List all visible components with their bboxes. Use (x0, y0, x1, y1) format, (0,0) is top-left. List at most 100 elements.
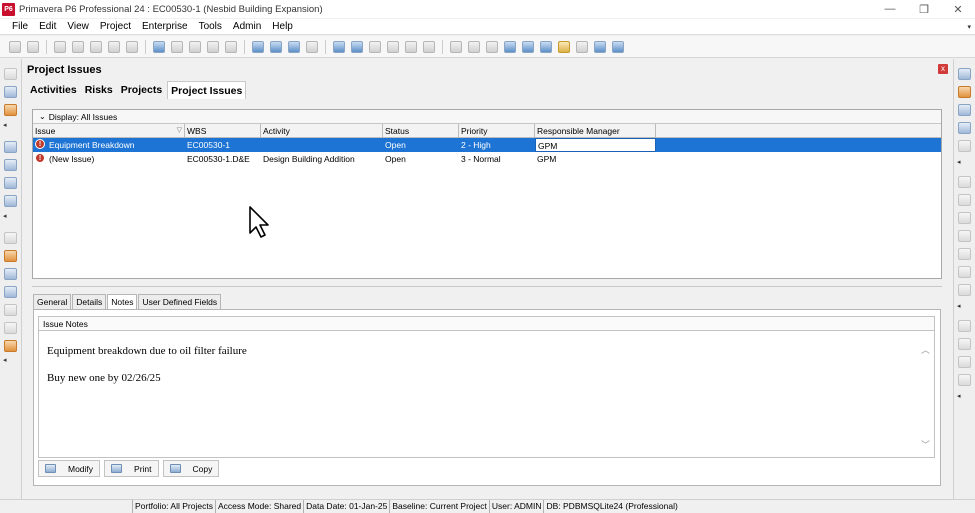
dock-more-icon[interactable]: ◂ (957, 302, 961, 310)
group-sort-icon[interactable] (288, 40, 300, 53)
cut-icon[interactable] (958, 104, 971, 116)
move-up-icon[interactable] (958, 320, 971, 332)
paste-icon[interactable] (90, 40, 102, 53)
move-left-icon[interactable] (958, 356, 971, 368)
bottom-layout-icon[interactable] (504, 40, 516, 53)
cell-activity[interactable] (261, 138, 383, 152)
summarize-icon[interactable] (423, 40, 435, 53)
indent-icon[interactable] (126, 40, 138, 53)
filter-icon[interactable]: ▽ (177, 126, 182, 134)
zoom-in-icon[interactable] (450, 40, 462, 53)
close-window-button[interactable]: ✕ (941, 0, 975, 18)
help-icon[interactable] (576, 40, 588, 53)
spreadsheet-icon[interactable] (333, 40, 345, 53)
details-icon[interactable] (522, 40, 534, 53)
assign-document-icon[interactable] (958, 284, 971, 296)
menu-overflow-icon[interactable]: ▾ (967, 23, 971, 31)
delete-icon[interactable] (958, 86, 971, 98)
filter-icon[interactable] (270, 40, 282, 53)
assign-code-icon[interactable] (958, 212, 971, 224)
split-icon[interactable] (540, 40, 552, 53)
pane-splitter[interactable] (32, 286, 942, 289)
tab-project-issues[interactable]: Project Issues (167, 81, 247, 99)
info-icon[interactable] (612, 40, 624, 53)
cell-issue[interactable]: ! Equipment Breakdown (33, 138, 185, 152)
minimize-button[interactable]: — (873, 0, 907, 18)
menu-enterprise[interactable]: Enterprise (138, 21, 192, 32)
paste-icon[interactable] (958, 140, 971, 152)
layout-icon[interactable] (153, 40, 165, 53)
add-icon[interactable] (958, 68, 971, 80)
columns-icon[interactable] (252, 40, 264, 53)
zoom-out-icon[interactable] (468, 40, 480, 53)
assign-step-icon[interactable] (958, 266, 971, 278)
dock-wbs-view-icon[interactable] (4, 232, 17, 244)
scroll-down-icon[interactable]: ﹀ (921, 438, 930, 451)
print-button[interactable]: Print (104, 460, 159, 477)
dock-more-icon[interactable]: ◂ (3, 212, 7, 220)
move-down-icon[interactable] (958, 338, 971, 350)
zoom-fit-icon[interactable] (486, 40, 498, 53)
menu-view[interactable]: View (63, 21, 93, 32)
cell-status[interactable]: Open (383, 152, 459, 166)
dock-open-project-icon[interactable] (4, 86, 17, 98)
table-row[interactable]: ! (New Issue) EC00530-1.D&E Design Build… (33, 152, 941, 166)
schedule-icon[interactable] (369, 40, 381, 53)
issue-notes-text[interactable]: Equipment breakdown due to oil filter fa… (38, 331, 935, 458)
grid-icon[interactable] (225, 40, 237, 53)
menu-project[interactable]: Project (96, 21, 135, 32)
cell-priority[interactable]: 2 - High (459, 138, 535, 152)
tab-projects[interactable]: Projects (118, 81, 165, 99)
assign-predecessor-icon[interactable] (958, 230, 971, 242)
column-header-wbs[interactable]: WBS (185, 124, 261, 138)
cell-responsible-manager[interactable]: GPM (535, 152, 656, 166)
cut-icon[interactable] (54, 40, 66, 53)
notes-icon[interactable] (558, 40, 570, 53)
tab-general[interactable]: General (33, 294, 72, 309)
column-header-responsible-manager[interactable]: Responsible Manager (535, 124, 656, 138)
calendar-icon[interactable] (351, 40, 363, 53)
refresh-icon[interactable] (27, 40, 39, 53)
cell-status[interactable]: Open (383, 138, 459, 152)
dock-more-icon[interactable]: ◂ (957, 392, 961, 400)
dock-work-products-icon[interactable] (4, 286, 17, 298)
modify-button[interactable]: Modify (38, 460, 101, 477)
dock-thresholds-icon[interactable] (4, 322, 17, 334)
cell-wbs[interactable]: EC00530-1 (185, 138, 261, 152)
tab-notes[interactable]: Notes (107, 294, 138, 309)
cell-wbs[interactable]: EC00530-1.D&E (185, 152, 261, 166)
display-options-bar[interactable]: ⌄ Display: All Issues (33, 110, 941, 124)
tab-risks[interactable]: Risks (82, 81, 116, 99)
tab-activities[interactable]: Activities (27, 81, 80, 99)
cell-issue[interactable]: ! (New Issue) (33, 152, 185, 166)
menu-admin[interactable]: Admin (229, 21, 265, 32)
dock-more-icon[interactable]: ◂ (3, 121, 7, 129)
column-header-priority[interactable]: Priority (459, 124, 535, 138)
dock-expenses-icon[interactable] (4, 304, 17, 316)
bars-icon[interactable] (171, 40, 183, 53)
cell-activity[interactable]: Design Building Addition (261, 152, 383, 166)
menu-edit[interactable]: Edit (35, 21, 60, 32)
send-icon[interactable] (594, 40, 606, 53)
dock-resources-icon[interactable] (4, 159, 17, 171)
dock-more-icon[interactable]: ◂ (3, 356, 7, 364)
assign-successor-icon[interactable] (958, 248, 971, 260)
menu-help[interactable]: Help (268, 21, 297, 32)
assign-icon[interactable] (958, 176, 971, 188)
dock-issues-icon[interactable] (4, 340, 17, 352)
move-right-icon[interactable] (958, 374, 971, 386)
dock-reports-icon[interactable] (4, 177, 17, 189)
copy-icon[interactable] (958, 122, 971, 134)
dock-activities-icon[interactable] (4, 250, 17, 262)
column-header-activity[interactable]: Activity (261, 124, 383, 138)
column-header-status[interactable]: Status (383, 124, 459, 138)
menu-file[interactable]: File (8, 21, 32, 32)
close-panel-icon[interactable]: x (938, 64, 948, 74)
tab-user-defined-fields[interactable]: User Defined Fields (138, 294, 222, 309)
dock-assignments-icon[interactable] (4, 268, 17, 280)
level-icon[interactable] (306, 40, 318, 53)
cell-responsible-manager[interactable]: GPM (535, 138, 656, 152)
menu-tools[interactable]: Tools (195, 21, 226, 32)
maximize-button[interactable]: ❐ (907, 0, 941, 18)
column-header-issue[interactable]: Issue ▽ (33, 124, 185, 138)
